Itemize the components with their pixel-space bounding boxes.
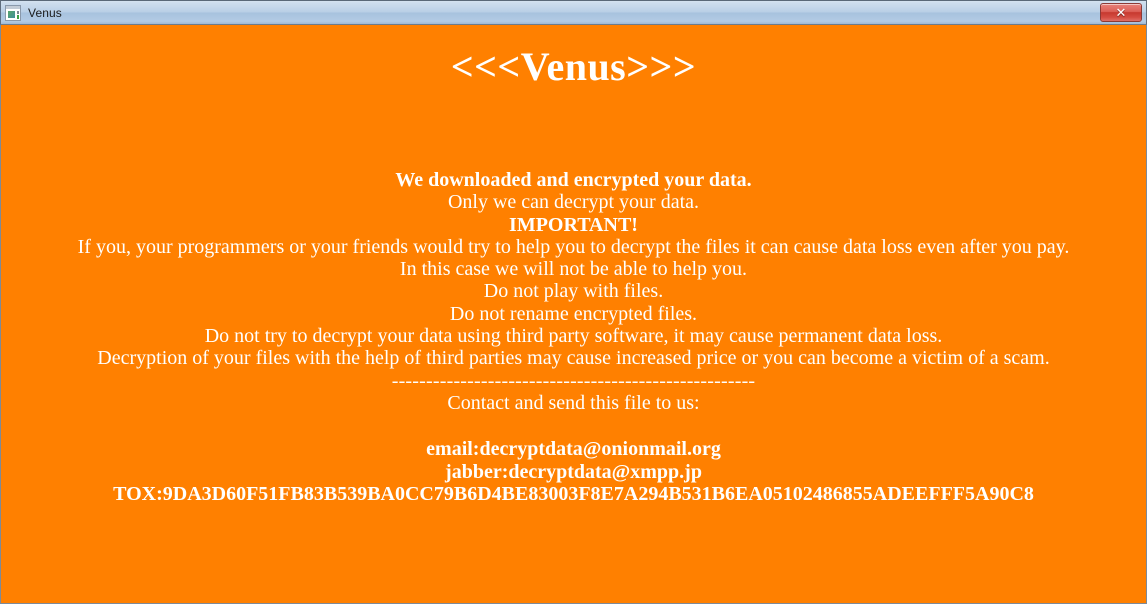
message-line-1: We downloaded and encrypted your data.: [395, 169, 752, 191]
ransom-note-body: <<<Venus>>> We downloaded and encrypted …: [1, 25, 1146, 603]
message-line-9: Decryption of your files with the help o…: [97, 347, 1050, 370]
message-line-important: IMPORTANT!: [509, 213, 638, 236]
window-title: Venus: [28, 5, 62, 20]
app-icon-bar-green: [17, 14, 19, 19]
message-line-5: In this case we will not be able to help…: [399, 258, 748, 281]
contact-prompt: Contact and send this file to us:: [447, 391, 700, 414]
contact-email[interactable]: email:decryptdata@onionmail.org: [1, 438, 1146, 460]
close-button[interactable]: ✕: [1100, 3, 1142, 22]
message-line-4: If you, your programmers or your friends…: [77, 235, 1070, 258]
contact-block: email:decryptdata@onionmail.org jabber:d…: [1, 438, 1146, 505]
message-line-2: Only we can decrypt your data.: [447, 191, 699, 214]
message-block: We downloaded and encrypted your data. O…: [1, 169, 1146, 414]
message-line-8: Do not try to decrypt your data using th…: [204, 325, 943, 348]
message-line-6: Do not play with files.: [483, 280, 664, 303]
message-line-7: Do not rename encrypted files.: [449, 302, 698, 325]
venus-banner: <<<Venus>>>: [450, 44, 697, 89]
contact-tox-id[interactable]: TOX:9DA3D60F51FB83B539BA0CC79B6D4BE83003…: [1, 483, 1146, 505]
app-icon-bar-gray: [17, 10, 19, 14]
app-icon-topbar: [6, 5, 20, 9]
app-window-icon: [5, 4, 21, 21]
close-icon: ✕: [1115, 5, 1127, 20]
note-client-area: <<<Venus>>> We downloaded and encrypted …: [0, 25, 1147, 604]
dashed-separator: ----------------------------------------…: [391, 369, 756, 392]
venus-ransom-note-window: Venus ✕ <<<Venus>>> We downloaded and en…: [0, 0, 1147, 604]
app-icon-picture: [8, 10, 15, 18]
contact-jabber[interactable]: jabber:decryptdata@xmpp.jp: [1, 461, 1146, 483]
window-titlebar[interactable]: Venus ✕: [0, 0, 1147, 25]
